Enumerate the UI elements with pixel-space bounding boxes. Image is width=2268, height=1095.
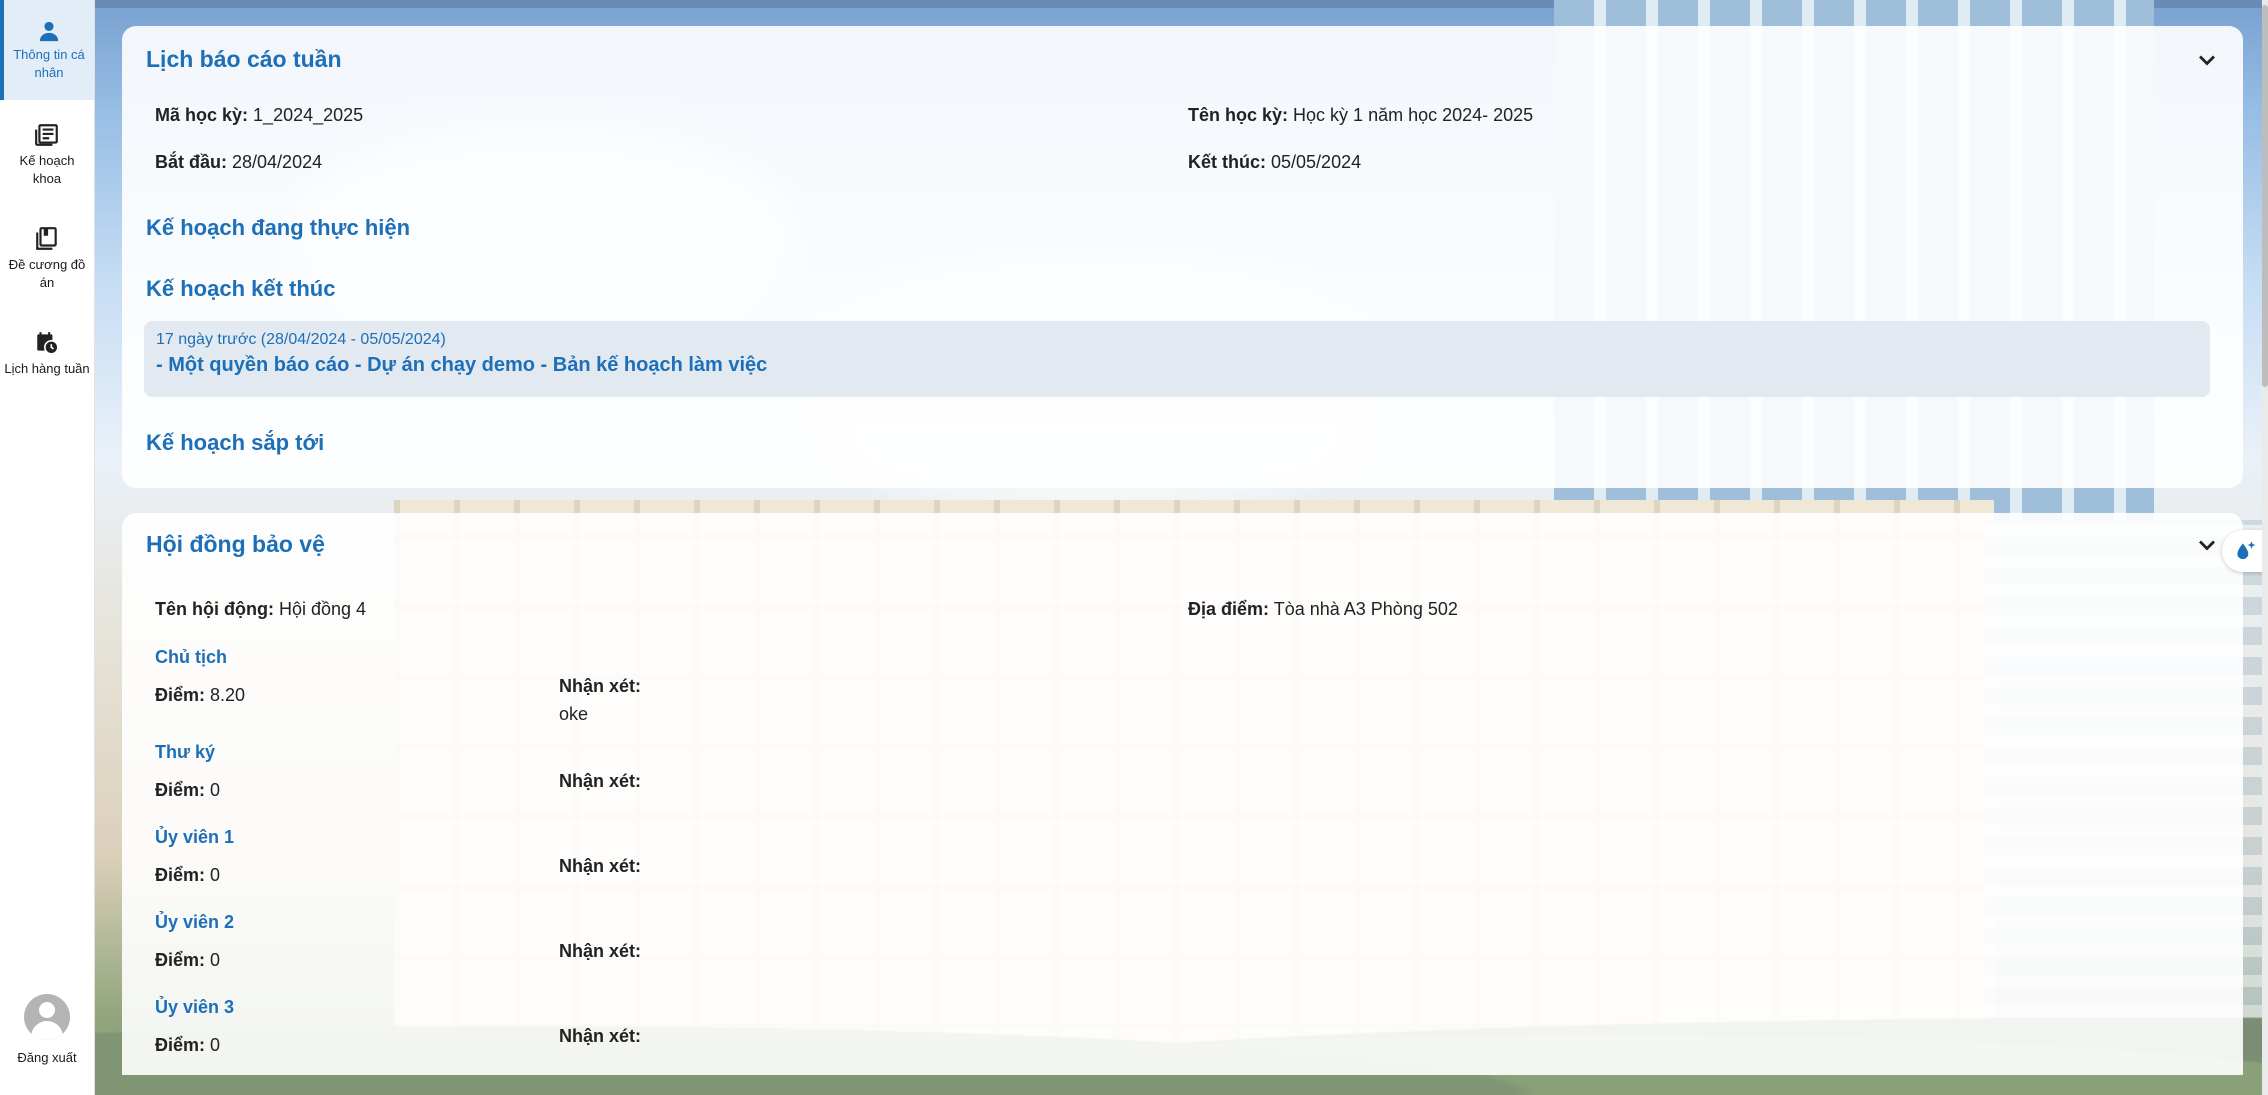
member-score: Điểm: 0	[155, 1035, 221, 1055]
member-role: Ủy viên 1	[155, 827, 235, 847]
sidebar-item-label: Lịch hàng tuần	[4, 361, 90, 376]
weekly-report-card: Lịch báo cáo tuần Mã học kỳ: 1_2024_2025…	[122, 26, 2243, 488]
member-comment: oke	[559, 704, 589, 724]
logout-button[interactable]: Đăng xuất	[0, 994, 94, 1065]
finished-plan-item[interactable]: 17 ngày trước (28/04/2024 - 05/05/2024) …	[144, 321, 2210, 397]
person-icon	[39, 21, 59, 42]
member-score: Điểm: 0	[155, 780, 221, 800]
start-date-field: Bắt đầu: 28/04/2024	[155, 152, 323, 172]
sidebar-item-weekly-schedule[interactable]: Lịch hàng tuần	[0, 330, 94, 378]
plan-text[interactable]: - Một quyền báo cáo - Dự án chạy demo - …	[156, 354, 767, 377]
sidebar-item-faculty-plan[interactable]: Kế hoạch khoa	[0, 122, 94, 188]
avatar	[24, 994, 70, 1040]
chevron-down-icon[interactable]	[2193, 531, 2221, 559]
semester-name-field: Tên học kỳ: Học kỳ 1 năm học 2024- 2025	[1188, 105, 1534, 125]
member-comment-label: Nhận xét:	[559, 1026, 642, 1046]
member-comment-label: Nhận xét:	[559, 941, 642, 961]
sidebar-item-personal-info[interactable]: Thông tin cá nhân	[0, 0, 94, 100]
newspaper-icon	[35, 124, 58, 146]
member-comment-label: Nhận xét:	[559, 771, 642, 791]
member-role: Chủ tịch	[155, 647, 227, 667]
droplet-sparkle-icon	[2237, 541, 2256, 560]
end-date-field: Kết thúc: 05/05/2024	[1188, 152, 1362, 172]
sidebar-item-label: Thông tin cá nhân	[13, 47, 85, 80]
defense-council-card: Hội đồng bảo vệ Tên hội động: Hội đồng 4…	[122, 513, 2243, 1075]
location-field: Địa điểm: Tòa nhà A3 Phòng 502	[1188, 599, 1458, 619]
member-comment-label: Nhận xét:	[559, 676, 642, 696]
plan-date: 17 ngày trước (28/04/2024 - 05/05/2024)	[156, 331, 446, 348]
finished-heading: Kế hoạch kết thúc	[146, 276, 336, 301]
member-role: Ủy viên 3	[155, 997, 235, 1017]
member-score: Điểm: 0	[155, 950, 221, 970]
weekly-report-title: Lịch báo cáo tuần	[146, 46, 342, 72]
sidebar-item-project-outline[interactable]: Đề cương đồ án	[0, 226, 94, 292]
sidebar-item-label: Kế hoạch khoa	[19, 153, 75, 186]
member-score: Điểm: 8.20	[155, 685, 246, 705]
scrollbar-thumb[interactable]	[2262, 5, 2268, 387]
member-score: Điểm: 0	[155, 865, 221, 885]
defense-council-title: Hội đồng bảo vệ	[146, 531, 325, 557]
council-name-field: Tên hội động: Hội đồng 4	[155, 599, 367, 619]
logout-label: Đăng xuất	[17, 1050, 77, 1065]
sidebar-item-label: Đề cương đồ án	[8, 257, 86, 290]
semester-code-field: Mã học kỳ: 1_2024_2025	[155, 105, 364, 125]
sidebar: Thông tin cá nhân Kế hoạch khoa Đề cương…	[0, 0, 95, 1095]
calendar-clock-icon	[37, 332, 59, 355]
floating-assistant-button[interactable]	[2222, 530, 2266, 572]
upcoming-heading: Kế hoạch sắp tới	[146, 430, 325, 455]
chevron-down-icon[interactable]	[2193, 46, 2221, 74]
member-role: Thư ký	[155, 742, 216, 762]
in-progress-heading: Kế hoạch đang thực hiện	[146, 215, 411, 240]
book-icon	[36, 227, 57, 250]
member-comment-label: Nhận xét:	[559, 856, 642, 876]
scrollbar[interactable]	[2262, 0, 2268, 1095]
member-role: Ủy viên 2	[155, 912, 235, 932]
